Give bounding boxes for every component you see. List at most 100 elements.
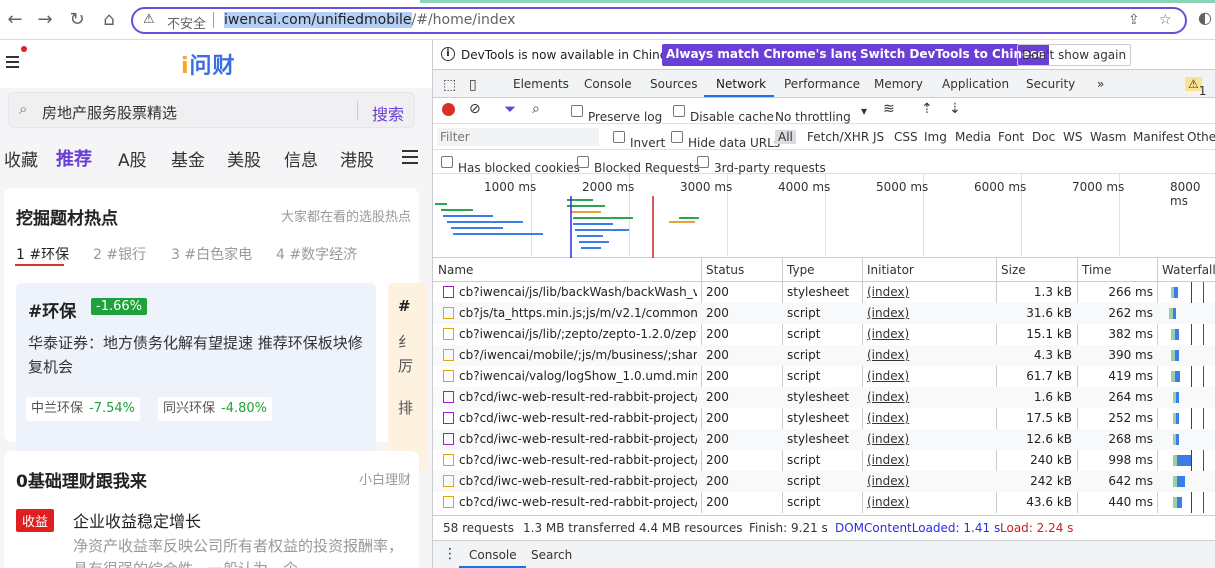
record-icon[interactable] bbox=[442, 103, 455, 116]
url-host[interactable]: iwencai.com/unifiedmobile bbox=[224, 12, 412, 28]
tab-application[interactable]: Application bbox=[942, 77, 1009, 91]
table-row[interactable]: cb?cd/iwc-web-result-red-rabbit-project/… bbox=[433, 387, 1215, 408]
table-row[interactable]: cb?cd/iwc-web-result-red-rabbit-project/… bbox=[433, 450, 1215, 471]
blocked-cookies-checkbox[interactable]: Has blocked cookies bbox=[441, 155, 580, 175]
col-type[interactable]: Type bbox=[787, 263, 815, 277]
tab-elements[interactable]: Elements bbox=[513, 77, 569, 91]
address-bar[interactable]: ⚠ 不安全 iwencai.com/unifiedmobile/#/home/i… bbox=[131, 7, 1187, 34]
request-initiator[interactable]: (index) bbox=[867, 348, 987, 362]
tab-performance[interactable]: Performance bbox=[784, 77, 860, 91]
request-name[interactable]: cb?/iwencai/mobile/;js/m/business/;share… bbox=[459, 348, 697, 362]
tab-favorites[interactable]: 收藏 bbox=[4, 146, 38, 171]
table-row[interactable]: cb?iwencai/js/lib/backWash/backWash_v3_.… bbox=[433, 282, 1215, 303]
tab-a-shares[interactable]: A股 bbox=[118, 146, 147, 171]
col-time[interactable]: Time bbox=[1082, 263, 1111, 277]
insecure-label[interactable]: 不安全 bbox=[167, 13, 206, 32]
search-input[interactable]: 房地产服务股票精选 bbox=[42, 102, 177, 123]
request-name[interactable]: cb?iwencai/js/lib/;zepto/zepto-1.2.0/zep… bbox=[459, 327, 697, 341]
filter-icon[interactable]: ⏷ bbox=[504, 100, 516, 118]
table-row[interactable]: cb?cd/iwc-web-result-red-rabbit-project/… bbox=[433, 429, 1215, 450]
request-initiator[interactable]: (index) bbox=[867, 474, 987, 488]
filter-img[interactable]: Img bbox=[924, 130, 947, 144]
filter-manifest[interactable]: Manifest bbox=[1133, 130, 1184, 144]
filter-css[interactable]: CSS bbox=[894, 130, 918, 144]
more-tabs-icon[interactable]: » bbox=[1097, 77, 1104, 91]
finance-headline[interactable]: 企业收益稳定增长 bbox=[73, 508, 201, 532]
subtab-4[interactable]: 4 #数字经济 bbox=[276, 244, 357, 264]
request-initiator[interactable]: (index) bbox=[867, 411, 987, 425]
request-initiator[interactable]: (index) bbox=[867, 495, 987, 509]
next-topic-card[interactable]: # 纟 厉 排 bbox=[388, 283, 428, 470]
request-name[interactable]: cb?cd/iwc-web-result-red-rabbit-project/… bbox=[459, 474, 697, 488]
search-bar[interactable]: ⌕ 房地产服务股票精选 搜索 bbox=[8, 92, 415, 128]
disable-cache-checkbox[interactable]: Disable cache bbox=[673, 104, 774, 124]
table-row[interactable]: cb?cd/iwc-web-result-red-rabbit-project/… bbox=[433, 408, 1215, 429]
warning-count[interactable]: ⚠ 1 bbox=[1185, 77, 1206, 98]
filter-other[interactable]: Other bbox=[1187, 130, 1215, 144]
stock-chip[interactable]: 中兰环保 -7.54% bbox=[26, 397, 141, 421]
table-row[interactable]: cb?cd/iwc-web-result-red-rabbit-project/… bbox=[433, 471, 1215, 492]
tab-memory[interactable]: Memory bbox=[874, 77, 923, 91]
back-icon[interactable]: ← bbox=[4, 9, 26, 30]
forward-icon[interactable]: → bbox=[34, 9, 56, 30]
tab-recommend[interactable]: 推荐 bbox=[56, 145, 92, 171]
request-name[interactable]: cb?cd/iwc-web-result-red-rabbit-project/… bbox=[459, 453, 697, 467]
chevron-down-icon[interactable]: ▾ bbox=[861, 104, 867, 118]
request-initiator[interactable]: (index) bbox=[867, 453, 987, 467]
table-row[interactable]: cb?/iwencai/mobile/;js/m/business/;share… bbox=[433, 345, 1215, 366]
subtab-1[interactable]: 1 #环保 bbox=[16, 244, 69, 264]
import-icon[interactable]: ⇡ bbox=[921, 101, 933, 117]
request-name[interactable]: cb?cd/iwc-web-result-red-rabbit-project/… bbox=[459, 432, 697, 446]
topic-news[interactable]: 华泰证券：地方债务化解有望提速 推荐环保板块修复机会 bbox=[28, 331, 368, 379]
device-toolbar-icon[interactable]: ▯ bbox=[469, 77, 477, 93]
home-icon[interactable]: ⌂ bbox=[98, 9, 120, 30]
third-party-checkbox[interactable]: 3rd-party requests bbox=[697, 155, 826, 175]
request-initiator[interactable]: (index) bbox=[867, 432, 987, 446]
clear-icon[interactable]: ⊘ bbox=[469, 101, 481, 117]
invert-checkbox[interactable]: Invert bbox=[613, 130, 665, 150]
drawer-menu-icon[interactable]: ⋮ bbox=[443, 546, 457, 562]
search-icon[interactable]: ⌕ bbox=[532, 101, 540, 117]
request-initiator[interactable]: (index) bbox=[867, 390, 987, 404]
request-name[interactable]: cb?cd/iwc-web-result-red-rabbit-project/… bbox=[459, 495, 697, 509]
filter-fetch[interactable]: Fetch/XHR bbox=[807, 130, 869, 144]
tab-us-stocks[interactable]: 美股 bbox=[227, 146, 261, 171]
drawer-tab-search[interactable]: Search bbox=[531, 548, 572, 562]
menu-icon[interactable] bbox=[6, 56, 19, 68]
hot-topics-more[interactable]: 大家都在看的选股热点 bbox=[281, 206, 411, 225]
tab-sources[interactable]: Sources bbox=[650, 77, 697, 91]
share-icon[interactable]: ⇪ bbox=[1128, 12, 1140, 28]
tab-network[interactable]: Network bbox=[716, 77, 766, 91]
subtab-2[interactable]: 2 #银行 bbox=[93, 244, 146, 264]
filter-ws[interactable]: WS bbox=[1063, 130, 1082, 144]
warning-icon[interactable]: ⚠ bbox=[143, 12, 155, 27]
tab-funds[interactable]: 基金 bbox=[171, 146, 205, 171]
tab-info[interactable]: 信息 bbox=[284, 146, 318, 171]
filter-input[interactable]: Filter bbox=[437, 128, 599, 146]
search-button[interactable]: 搜索 bbox=[372, 101, 404, 125]
stock-chip[interactable]: 同兴环保 -4.80% bbox=[158, 397, 273, 421]
col-waterfall[interactable]: Waterfall bbox=[1162, 263, 1215, 277]
url-path[interactable]: /#/home/index bbox=[412, 12, 516, 28]
table-row[interactable]: cb?cd/iwc-web-result-red-rabbit-project/… bbox=[433, 492, 1215, 513]
table-row[interactable]: cb?iwencai/valog/logShow_1.0.umd.min.js 2… bbox=[433, 366, 1215, 387]
filter-js[interactable]: JS bbox=[873, 130, 884, 144]
request-name[interactable]: cb?cd/iwc-web-result-red-rabbit-project/… bbox=[459, 411, 697, 425]
request-name[interactable]: cb?cd/iwc-web-result-red-rabbit-project/… bbox=[459, 390, 697, 404]
request-name[interactable]: cb?iwencai/valog/logShow_1.0.umd.min.js bbox=[459, 369, 697, 383]
finance-more[interactable]: 小白理财 bbox=[359, 469, 411, 488]
export-icon[interactable]: ⇣ bbox=[949, 101, 961, 117]
table-row[interactable]: cb?iwencai/js/lib/;zepto/zepto-1.2.0/zep… bbox=[433, 324, 1215, 345]
col-initiator[interactable]: Initiator bbox=[867, 263, 914, 277]
col-size[interactable]: Size bbox=[1001, 263, 1026, 277]
request-initiator[interactable]: (index) bbox=[867, 285, 987, 299]
drawer-tab-console[interactable]: Console bbox=[469, 548, 517, 562]
hide-data-urls-checkbox[interactable]: Hide data URLs bbox=[671, 130, 780, 150]
request-name[interactable]: cb?js/ta_https.min.js;js/m/v2.1/common/;… bbox=[459, 306, 697, 320]
filter-font[interactable]: Font bbox=[998, 130, 1024, 144]
filter-doc[interactable]: Doc bbox=[1032, 130, 1055, 144]
star-icon[interactable]: ☆ bbox=[1159, 12, 1172, 28]
tab-hk-stocks[interactable]: 港股 bbox=[340, 146, 374, 171]
preserve-log-checkbox[interactable]: Preserve log bbox=[571, 104, 662, 124]
network-overview[interactable]: 1000 ms 2000 ms 3000 ms 4000 ms 5000 ms … bbox=[433, 174, 1215, 258]
